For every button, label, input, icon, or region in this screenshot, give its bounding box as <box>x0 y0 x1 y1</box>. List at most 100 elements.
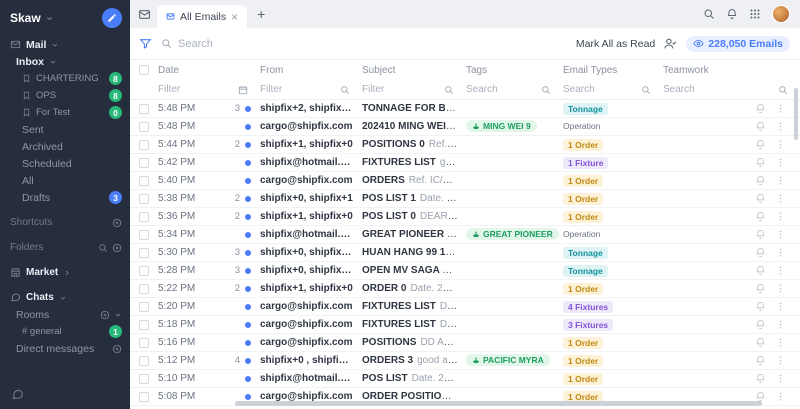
row-menu-icon[interactable] <box>775 355 786 366</box>
row-checkbox[interactable] <box>139 140 149 150</box>
notify-bell-icon[interactable] <box>755 283 766 294</box>
plus-circle-icon[interactable] <box>112 243 122 253</box>
sidebar-item-direct-messages[interactable]: Direct messages <box>0 341 130 356</box>
chevron-down-icon[interactable] <box>114 311 122 319</box>
search-icon[interactable] <box>703 8 715 20</box>
row-menu-icon[interactable] <box>775 265 786 276</box>
sidebar-item-sent[interactable]: Sent <box>0 122 130 137</box>
email-row[interactable]: 5:34 PM shipfix@hotmail.com GREAT PIONEE… <box>130 226 800 244</box>
email-types-filter-input[interactable] <box>563 84 641 95</box>
row-menu-icon[interactable] <box>775 337 786 348</box>
email-row[interactable]: 5:48 PM 3 shipfix+2, shipfix+1, shipfi..… <box>130 100 800 118</box>
column-teamwork[interactable]: Teamwork <box>663 65 728 76</box>
feedback-icon[interactable] <box>8 385 26 403</box>
row-checkbox[interactable] <box>139 176 149 186</box>
notify-bell-icon[interactable] <box>755 121 766 132</box>
row-checkbox[interactable] <box>139 122 149 132</box>
row-checkbox[interactable] <box>139 158 149 168</box>
notify-bell-icon[interactable] <box>755 355 766 366</box>
sidebar-item-chats[interactable]: Chats <box>0 290 130 305</box>
row-menu-icon[interactable] <box>775 121 786 132</box>
email-row[interactable]: 5:12 PM 4 shipfix+0 , shipfix+2, shipf..… <box>130 352 800 370</box>
workspace-name[interactable]: Skaw <box>10 11 41 25</box>
assign-person-icon[interactable] <box>664 37 677 50</box>
row-menu-icon[interactable] <box>775 157 786 168</box>
vessel-tag[interactable]: GREAT PIONEER <box>466 228 559 240</box>
column-tags[interactable]: Tags <box>466 65 563 76</box>
notify-bell-icon[interactable] <box>755 265 766 276</box>
date-filter-input[interactable] <box>158 84 238 95</box>
sidebar-section-folders[interactable]: Folders <box>0 240 130 255</box>
row-checkbox[interactable] <box>139 338 149 348</box>
tab-close-icon[interactable]: × <box>231 11 238 23</box>
row-menu-icon[interactable] <box>775 283 786 294</box>
chevron-down-icon[interactable] <box>45 14 54 23</box>
row-checkbox[interactable] <box>139 374 149 384</box>
notify-bell-icon[interactable] <box>755 193 766 204</box>
row-checkbox[interactable] <box>139 212 149 222</box>
row-checkbox[interactable] <box>139 356 149 366</box>
search-icon[interactable] <box>444 85 454 95</box>
vessel-tag[interactable]: PACIFIC MYRA <box>466 354 550 366</box>
row-checkbox[interactable] <box>139 248 149 258</box>
sidebar-item-drafts[interactable]: Drafts 3 <box>0 190 130 205</box>
chevron-right-icon[interactable] <box>63 269 71 277</box>
column-date[interactable]: Date <box>158 65 260 76</box>
row-menu-icon[interactable] <box>775 373 786 384</box>
notify-bell-icon[interactable] <box>755 211 766 222</box>
row-checkbox[interactable] <box>139 302 149 312</box>
from-filter-input[interactable] <box>260 84 340 95</box>
email-row[interactable]: 5:20 PM cargo@shipfix.com FIXTURES LISTD… <box>130 298 800 316</box>
row-checkbox[interactable] <box>139 104 149 114</box>
sidebar-item-rooms[interactable]: Rooms <box>0 307 130 322</box>
calendar-icon[interactable] <box>238 85 248 95</box>
notify-bell-icon[interactable] <box>755 139 766 150</box>
notify-bell-icon[interactable] <box>755 337 766 348</box>
email-row[interactable]: 5:16 PM cargo@shipfix.com POSITIONSDD AF… <box>130 334 800 352</box>
notifications-bell-icon[interactable] <box>726 8 738 20</box>
notify-bell-icon[interactable] <box>755 301 766 312</box>
tab-all-emails[interactable]: All Emails × <box>157 5 247 28</box>
row-menu-icon[interactable] <box>775 193 786 204</box>
email-row[interactable]: 5:28 PM 3 shipfix+0, shipfix+2, shipfi..… <box>130 262 800 280</box>
tags-filter-input[interactable] <box>466 84 541 95</box>
apps-grid-icon[interactable] <box>749 8 761 20</box>
sidebar-item-mail[interactable]: Mail <box>0 37 130 52</box>
notify-bell-icon[interactable] <box>755 157 766 168</box>
chevron-down-icon[interactable] <box>49 58 57 66</box>
vessel-tag[interactable]: MING WEI 9 <box>466 120 537 132</box>
row-menu-icon[interactable] <box>775 319 786 330</box>
email-row[interactable]: 5:18 PM cargo@shipfix.com FIXTURES LISTD… <box>130 316 800 334</box>
search-icon[interactable] <box>98 243 108 253</box>
new-tab-button[interactable]: + <box>257 6 265 22</box>
sidebar-item-ops[interactable]: OPS 8 <box>0 88 130 103</box>
plus-circle-icon[interactable] <box>112 218 122 228</box>
plus-circle-icon[interactable] <box>100 310 110 320</box>
row-menu-icon[interactable] <box>775 175 786 186</box>
horizontal-scrollbar[interactable] <box>235 401 762 406</box>
email-row[interactable]: 5:38 PM 2 shipfix+0, shipfix+1 POS LIST … <box>130 190 800 208</box>
search-input[interactable] <box>178 38 567 50</box>
sidebar-item-all[interactable]: All <box>0 173 130 188</box>
sidebar-section-shortcuts[interactable]: Shortcuts <box>0 215 130 230</box>
sidebar-item-chartering[interactable]: CHARTERING 8 <box>0 71 130 86</box>
row-checkbox[interactable] <box>139 194 149 204</box>
row-menu-icon[interactable] <box>775 229 786 240</box>
row-checkbox[interactable] <box>139 320 149 330</box>
row-menu-icon[interactable] <box>775 139 786 150</box>
chevron-down-icon[interactable] <box>51 41 59 49</box>
email-row[interactable]: 5:44 PM 2 shipfix+1, shipfix+0 POSITIONS… <box>130 136 800 154</box>
vertical-scrollbar[interactable] <box>794 88 798 140</box>
notify-bell-icon[interactable] <box>755 103 766 114</box>
search-icon[interactable] <box>778 85 788 95</box>
row-menu-icon[interactable] <box>775 211 786 222</box>
email-row[interactable]: 5:48 PM cargo@shipfix.com 202410 MING WE… <box>130 118 800 136</box>
mail-app-icon[interactable] <box>138 8 151 21</box>
notify-bell-icon[interactable] <box>755 319 766 330</box>
sidebar-item-archived[interactable]: Archived <box>0 139 130 154</box>
mark-all-read-button[interactable]: Mark All as Read <box>576 38 655 50</box>
email-row[interactable]: 5:36 PM 2 shipfix+1, shipfix+0 POS LIST … <box>130 208 800 226</box>
row-checkbox[interactable] <box>139 266 149 276</box>
notify-bell-icon[interactable] <box>755 175 766 186</box>
avatar[interactable] <box>772 5 790 23</box>
